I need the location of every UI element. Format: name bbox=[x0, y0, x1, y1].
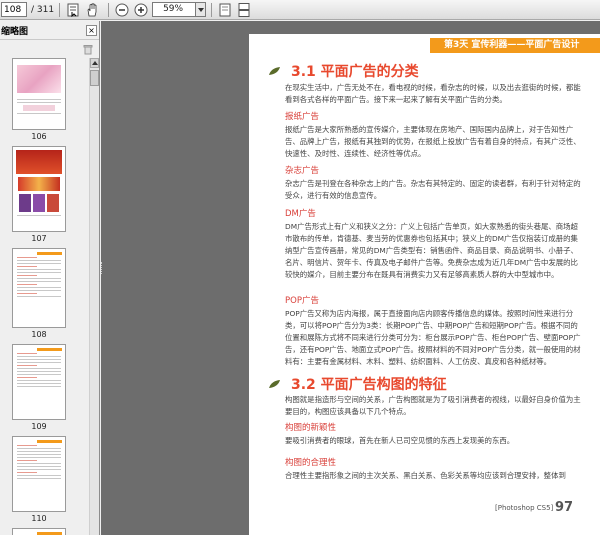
thumbnail-page-number: 109 bbox=[31, 422, 47, 431]
single-page-view-icon[interactable] bbox=[217, 2, 233, 18]
subheading: 构图的新颖性 bbox=[285, 423, 337, 433]
paragraph: DM广告形式上有广义和狭义之分：广义上包括广告单页，如大家熟悉的街头巷尾、商场超… bbox=[285, 222, 578, 279]
thumbnail-list: 106 107 108 109 110 bbox=[0, 58, 99, 535]
subheading: POP广告 bbox=[285, 296, 319, 306]
total-pages: / 311 bbox=[31, 4, 55, 15]
sidebar-resize-grip[interactable] bbox=[101, 262, 104, 274]
leaf-bullet-icon bbox=[269, 380, 280, 388]
thumbnail-page[interactable] bbox=[12, 146, 66, 232]
toolbar: / 311 59% bbox=[0, 0, 600, 20]
leaf-bullet-icon bbox=[269, 67, 280, 75]
zoom-out-icon[interactable] bbox=[114, 2, 130, 18]
paragraph: 合理性主要指形象之间的主次关系、黑白关系、色彩关系等均应该到合理安排，整体到 bbox=[285, 471, 566, 480]
subheading: 报纸广告 bbox=[285, 112, 320, 122]
sidebar-title: 缩略图 bbox=[1, 26, 29, 37]
page-number: 97 bbox=[555, 500, 574, 515]
page-number-input[interactable] bbox=[1, 2, 27, 17]
toolbar-separator bbox=[59, 2, 61, 17]
paragraph: 杂志广告是刊登在各种杂志上的广告。杂志有其特定的、固定的读者群，有利于针对特定的… bbox=[285, 179, 581, 200]
toolbar-separator bbox=[211, 2, 213, 17]
paragraph: 报纸广告是大家所熟悉的宣传媒介，主要体现在房地产、国际国内品牌上，对于告知性广告… bbox=[285, 125, 581, 158]
thumbnail-page[interactable] bbox=[12, 528, 66, 535]
paragraph: 要吸引消费者的眼球，首先在新人已司空见惯的东西上发现美的东西。 bbox=[285, 436, 515, 445]
sidebar-tools bbox=[0, 40, 99, 58]
hand-tool-icon[interactable] bbox=[84, 2, 100, 18]
section-heading: 3.1 平面广告的分类 bbox=[269, 61, 419, 81]
thumbnail-page[interactable] bbox=[12, 436, 66, 512]
zoom-level-field[interactable]: 59% bbox=[152, 2, 197, 17]
scroll-up-arrow-icon[interactable] bbox=[90, 58, 99, 68]
thumbnail-sidebar: 缩略图 × 106 107 108 109 110 bbox=[0, 21, 100, 535]
paragraph: 构图就是指造形与空间的关系，广告构图就是为了吸引消费者的视线，以最好自身价值为主… bbox=[285, 395, 581, 416]
thumbnail-page-number: 106 bbox=[31, 132, 47, 141]
scrollbar-thumb[interactable] bbox=[90, 70, 99, 86]
footer-label: [Photoshop CS5] bbox=[495, 504, 554, 512]
thumbnail-page-current[interactable] bbox=[12, 248, 66, 328]
select-text-icon[interactable] bbox=[65, 2, 81, 18]
pdf-reader-window: / 311 59% 缩略图 × bbox=[0, 0, 600, 535]
sidebar-scrollbar[interactable] bbox=[89, 58, 99, 535]
thumbnail-page[interactable] bbox=[12, 344, 66, 420]
continuous-page-view-icon[interactable] bbox=[236, 2, 252, 18]
chapter-banner: 第3天 宣传利器——平面广告设计 bbox=[430, 38, 600, 53]
sidebar-close-button[interactable]: × bbox=[86, 24, 97, 36]
toolbar-separator bbox=[108, 2, 110, 17]
thumbnail-page[interactable] bbox=[12, 58, 66, 130]
sidebar-header: 缩略图 × bbox=[0, 21, 99, 40]
document-view[interactable]: 第3天 宣传利器——平面广告设计 3.1 平面广告的分类 在现实生活中，广告无处… bbox=[101, 21, 600, 535]
zoom-in-icon[interactable] bbox=[133, 2, 149, 18]
thumbnail-page-number: 110 bbox=[31, 514, 47, 523]
thumbnail-page-number: 107 bbox=[31, 234, 47, 243]
document-page: 第3天 宣传利器——平面广告设计 3.1 平面广告的分类 在现实生活中，广告无处… bbox=[249, 34, 600, 535]
zoom-dropdown-arrow-icon[interactable] bbox=[196, 2, 207, 17]
paragraph: 在现实生活中，广告无处不在，看电视的时候，看杂志的时候，以及出去逛街的时候，都能… bbox=[285, 83, 581, 104]
subheading: 杂志广告 bbox=[285, 166, 320, 176]
subheading: 构图的合理性 bbox=[285, 458, 337, 468]
section-heading: 3.2 平面广告构图的特征 bbox=[269, 374, 447, 394]
thumbnail-page-number: 108 bbox=[31, 330, 47, 339]
paragraph: POP广告又称为店内海报，属于直接面向店内顾客传播信息的媒体。按照时间性来进行分… bbox=[285, 309, 581, 366]
subheading: DM广告 bbox=[285, 209, 316, 219]
trash-icon[interactable] bbox=[83, 44, 93, 55]
